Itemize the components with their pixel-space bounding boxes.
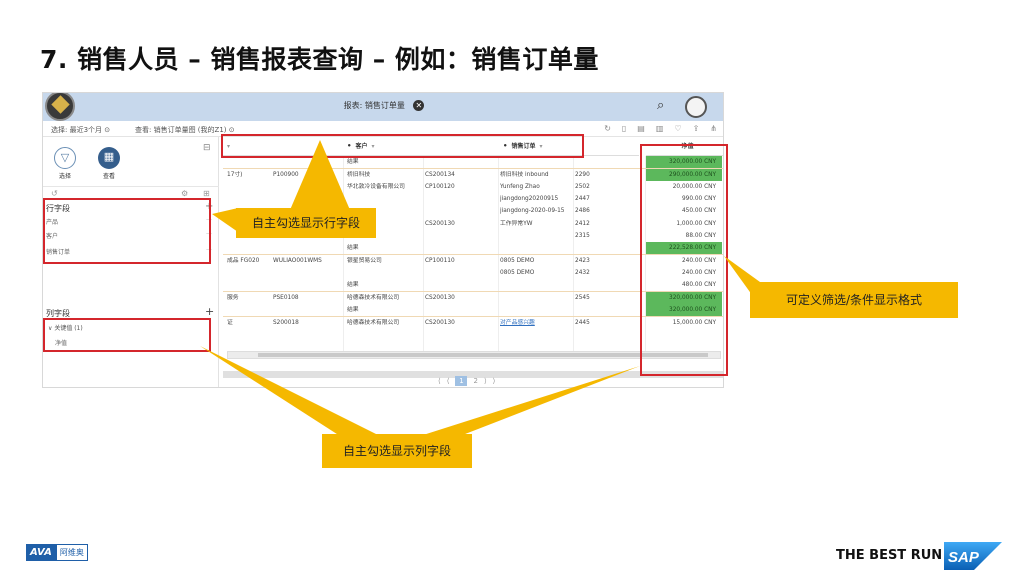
ava-logo-mark: AVA	[26, 544, 56, 561]
sap-logo: SAP	[944, 542, 1002, 570]
pointer-row-left	[212, 208, 238, 232]
pointer-row-top	[290, 140, 350, 210]
pointer-col-left	[200, 346, 380, 436]
callout-row-fields: 自主勾选显示行字段	[236, 208, 376, 238]
callout-conditional-format: 可定义筛选/条件显示格式	[750, 282, 958, 318]
pointer-col-right	[420, 366, 640, 436]
slide: 7. 销售人员 – 销售报表查询 – 例如：销售订单量 报表: 销售订单量 ✕ …	[0, 0, 1024, 576]
tagline: THE BEST RUN	[836, 548, 943, 563]
ava-logo-text: 阿维奥	[55, 544, 88, 561]
callout-col-fields: 自主勾选显示列字段	[322, 434, 472, 468]
ava-logo: AVA 阿维奥	[26, 544, 88, 561]
sap-logo-text: SAP	[948, 549, 980, 566]
